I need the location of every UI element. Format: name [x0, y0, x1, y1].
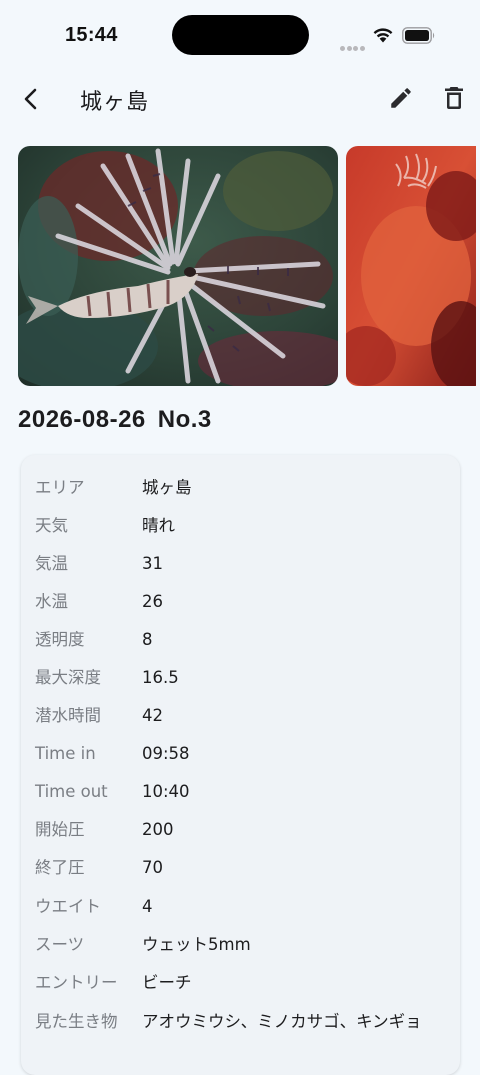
detail-row: エリア 城ヶ島	[35, 474, 455, 502]
detail-value: 42	[142, 706, 163, 725]
back-button[interactable]	[16, 84, 46, 114]
dive-date: 2026-08-26	[18, 406, 146, 433]
detail-value: 8	[142, 630, 153, 649]
detail-label: 終了圧	[35, 858, 85, 877]
delete-button[interactable]	[442, 85, 466, 111]
cellular-signal-icon	[340, 36, 366, 55]
detail-row: 最大深度 16.5	[35, 664, 455, 692]
photo-coral[interactable]	[346, 146, 476, 386]
chevron-left-icon	[24, 88, 37, 110]
detail-value: 09:58	[142, 744, 190, 763]
status-time: 15:44	[65, 24, 118, 46]
detail-label: 水温	[35, 592, 68, 611]
edit-button[interactable]	[388, 85, 414, 111]
pencil-icon	[391, 88, 411, 108]
trash-icon	[445, 87, 463, 109]
detail-row: 開始圧 200	[35, 816, 455, 844]
dynamic-island	[172, 15, 309, 55]
detail-row: Time out 10:40	[35, 778, 455, 806]
detail-label: Time in	[35, 744, 96, 763]
detail-row: ウエイト 4	[35, 893, 455, 921]
detail-label: 開始圧	[35, 820, 85, 839]
detail-value: ウェット5mm	[142, 935, 251, 954]
photo-gallery[interactable]	[18, 146, 480, 386]
detail-label: 潜水時間	[35, 706, 101, 725]
detail-value: 4	[142, 897, 153, 916]
detail-label: Time out	[35, 782, 108, 801]
detail-row: 気温 31	[35, 550, 455, 578]
detail-row: 潜水時間 42	[35, 702, 455, 730]
detail-row: スーツ ウェット5mm	[35, 931, 455, 959]
detail-value: ビーチ	[142, 973, 192, 992]
coral-photo	[346, 146, 476, 386]
detail-label: 気温	[35, 554, 68, 573]
detail-label: エントリー	[35, 973, 118, 992]
detail-row: エントリー ビーチ	[35, 969, 455, 997]
detail-row: 水温 26	[35, 588, 455, 616]
detail-value: 70	[142, 858, 163, 877]
detail-label: 透明度	[35, 630, 85, 649]
detail-value: 26	[142, 592, 163, 611]
wifi-icon	[373, 28, 393, 43]
dive-detail-card: エリア 城ヶ島 天気 晴れ 気温 31 水温 26 透明度 8 最大深度 16.…	[21, 455, 460, 1075]
detail-value: 10:40	[142, 782, 190, 801]
detail-label: ウエイト	[35, 897, 101, 916]
dive-heading: 2026-08-26 No.3	[18, 406, 224, 434]
app-bar: 城ヶ島	[0, 72, 480, 124]
detail-label: エリア	[35, 478, 85, 497]
detail-value: 31	[142, 554, 163, 573]
detail-value: 晴れ	[142, 516, 175, 535]
battery-icon	[402, 27, 435, 44]
detail-label: 天気	[35, 516, 68, 535]
detail-row: Time in 09:58	[35, 740, 455, 768]
detail-label: 最大深度	[35, 668, 101, 687]
detail-value: 城ヶ島	[142, 478, 192, 497]
detail-row: 天気 晴れ	[35, 512, 455, 540]
detail-value: アオウミウシ、ミノカサゴ、キンギョ	[142, 1012, 422, 1031]
photo-lionfish[interactable]	[18, 146, 338, 386]
detail-label: スーツ	[35, 935, 85, 954]
detail-value: 16.5	[142, 668, 179, 687]
detail-row: 透明度 8	[35, 626, 455, 654]
detail-row: 見た生き物 アオウミウシ、ミノカサゴ、キンギョ	[35, 1008, 455, 1036]
status-bar: 15:44	[0, 0, 480, 72]
detail-value: 200	[142, 820, 174, 839]
page-title: 城ヶ島	[80, 90, 150, 115]
detail-label: 見た生き物	[35, 1012, 118, 1031]
detail-row: 終了圧 70	[35, 854, 455, 882]
lionfish-photo	[18, 146, 338, 386]
dive-number: No.3	[157, 406, 212, 433]
